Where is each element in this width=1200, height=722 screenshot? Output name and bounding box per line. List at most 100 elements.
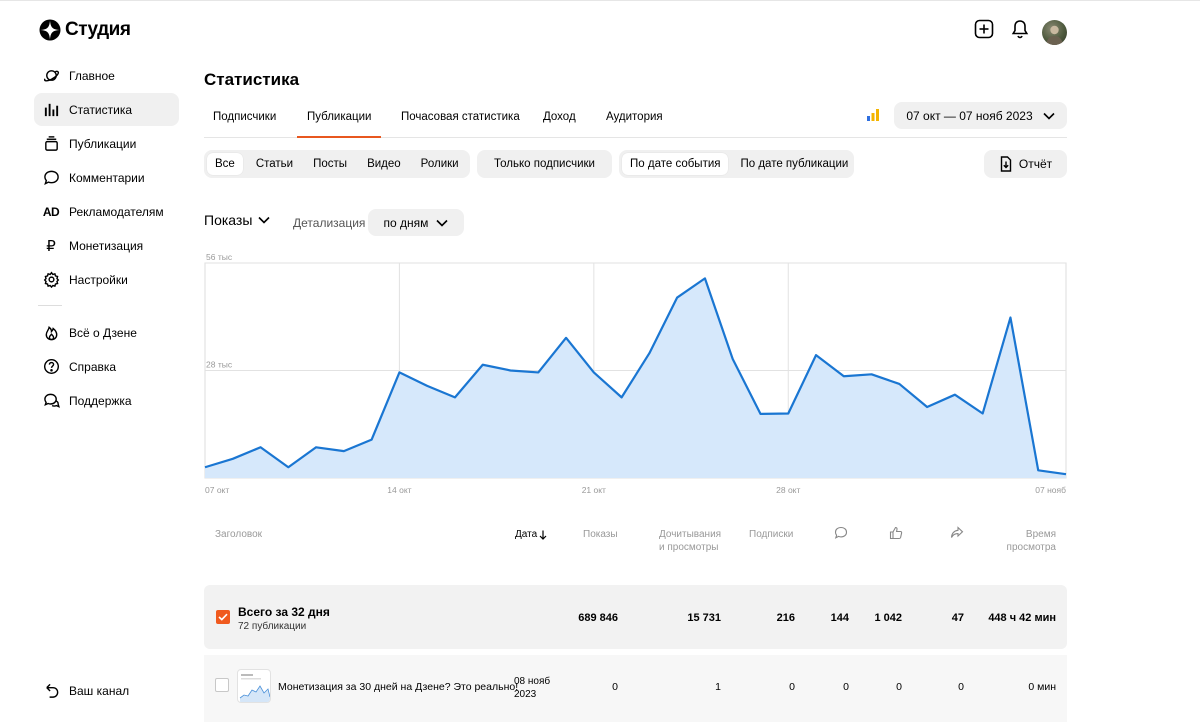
notifications-button[interactable] xyxy=(1009,18,1031,40)
publication-date-line2: 2023 xyxy=(514,689,537,700)
comment-icon[interactable] xyxy=(834,526,848,540)
sidebar-item-publications[interactable]: Публикации xyxy=(34,127,179,160)
metric-select[interactable]: Показы xyxy=(204,212,270,228)
filter-articles[interactable]: Статьи xyxy=(248,153,301,175)
report-button[interactable]: Отчёт xyxy=(984,150,1067,178)
sidebar-item-label: Поддержка xyxy=(69,393,132,408)
sidebar-item-monetization[interactable]: ₽ Монетизация xyxy=(34,229,179,262)
totals-checkbox[interactable] xyxy=(216,610,230,624)
filter-by-publish-date[interactable]: По дате публикации xyxy=(732,153,856,175)
like-icon[interactable] xyxy=(889,526,903,540)
ruble-icon: ₽ xyxy=(46,237,56,255)
col-header-reads-line1: Дочитывания xyxy=(659,529,722,540)
sidebar-item-help[interactable]: Справка xyxy=(34,350,179,383)
sidebar-item-advertisers[interactable]: AD Рекламодателям xyxy=(34,195,179,228)
tab-publications[interactable]: Публикации xyxy=(296,98,383,138)
sidebar-item-comments[interactable]: Комментарии xyxy=(34,161,179,194)
tab-income[interactable]: Доход xyxy=(543,98,576,136)
date-range-select[interactable]: 07 окт — 07 нояб 2023 xyxy=(894,102,1067,129)
brand-name: Студия xyxy=(65,19,131,40)
row-comments: 0 xyxy=(843,681,849,693)
share-icon[interactable] xyxy=(950,526,964,540)
row-reads: 1 xyxy=(715,681,721,693)
content-type-filter: Все Статьи Посты Видео Ролики xyxy=(204,150,470,178)
row-subscriptions: 0 xyxy=(789,681,795,693)
sidebar-item-label: Справка xyxy=(69,359,117,374)
row-impressions: 0 xyxy=(612,681,618,693)
ad-icon: AD xyxy=(42,204,60,219)
chart-y-tick-label: 56 тыс xyxy=(206,252,233,262)
col-header-time-line2: просмотра xyxy=(1006,542,1056,553)
bar-chart-icon xyxy=(42,101,60,119)
sidebar-item-statistics[interactable]: Статистика xyxy=(34,93,179,126)
col-header-view-time[interactable]: Время просмотра xyxy=(1000,528,1056,554)
detail-label: Детализация xyxy=(293,216,366,230)
col-header-subscriptions[interactable]: Подписки xyxy=(749,528,793,541)
sidebar-item-label: Настройки xyxy=(69,272,128,287)
totals-reads: 15 731 xyxy=(687,612,721,624)
sidebar-item-about-zen[interactable]: Всё о Дзене xyxy=(34,316,179,349)
date-range-label: 07 окт — 07 нояб 2023 xyxy=(906,108,1033,123)
sidebar-item-support[interactable]: Поддержка xyxy=(34,384,179,417)
download-report-icon xyxy=(1000,156,1012,172)
filter-video[interactable]: Видео xyxy=(359,153,409,175)
filter-by-event-date[interactable]: По дате события xyxy=(622,153,729,175)
avatar[interactable] xyxy=(1042,20,1067,45)
sidebar-item-label: Рекламодателям xyxy=(69,204,164,219)
sidebar-item-home[interactable]: Главное xyxy=(34,59,179,92)
col-header-title[interactable]: Заголовок xyxy=(215,528,262,541)
detail-select[interactable]: по дням xyxy=(368,209,464,236)
chart-x-tick-label: 07 окт xyxy=(205,485,229,495)
sidebar-item-label: Публикации xyxy=(69,136,137,151)
filter-all[interactable]: Все xyxy=(207,153,243,175)
chart-thumbnail-icon xyxy=(239,674,270,702)
totals-shares: 47 xyxy=(951,612,964,624)
back-arrow-icon xyxy=(42,682,60,700)
sidebar-item-settings[interactable]: Настройки xyxy=(34,263,179,296)
create-button[interactable] xyxy=(973,18,995,40)
sidebar: Студия Главное Статистика Публикации Ком… xyxy=(0,0,190,722)
chart-x-tick-label: 28 окт xyxy=(776,485,800,495)
date-mode-filter: По дате события По дате публикации xyxy=(619,150,854,178)
detail-value: по дням xyxy=(383,215,429,230)
question-icon xyxy=(42,358,60,376)
subscribers-only-label: Только подписчики xyxy=(494,158,595,170)
sidebar-item-label: Статистика xyxy=(69,102,133,117)
publication-title-link[interactable]: Монетизация за 30 дней на Дзене? Это реа… xyxy=(278,681,518,693)
user-photo-icon xyxy=(1046,25,1063,45)
table-row[interactable]: Монетизация за 30 дней на Дзене? Это реа… xyxy=(204,655,1067,722)
publication-date-line1: 08 нояб xyxy=(514,676,551,687)
sidebar-item-label: Главное xyxy=(69,68,115,83)
publication-date: 08 нояб 2023 xyxy=(514,675,550,701)
tab-hourly-stats[interactable]: Почасовая статистика xyxy=(401,98,520,136)
col-header-date[interactable]: Дата xyxy=(515,528,547,541)
row-likes: 0 xyxy=(896,681,902,693)
tab-audience[interactable]: Аудитория xyxy=(606,98,663,136)
brand-logo[interactable]: Студия xyxy=(39,19,131,41)
filter-shorts[interactable]: Ролики xyxy=(413,153,467,175)
sidebar-item-label: Монетизация xyxy=(69,238,144,253)
sidebar-divider xyxy=(38,305,62,306)
sidebar-your-channel[interactable]: Ваш канал xyxy=(34,674,179,707)
col-header-date-label: Дата xyxy=(515,529,538,540)
checkmark-icon xyxy=(218,613,228,621)
chevron-down-icon xyxy=(258,216,270,224)
subscribers-only-filter[interactable]: Только подписчики xyxy=(477,150,612,178)
chart-x-tick-label: 21 окт xyxy=(582,485,606,495)
chart-area-fill xyxy=(205,278,1066,478)
col-header-reads[interactable]: Дочитывания и просмотры xyxy=(659,528,721,554)
totals-view-time: 448 ч 42 мин xyxy=(988,612,1056,624)
bell-icon xyxy=(1011,20,1029,39)
row-shares: 0 xyxy=(958,681,964,693)
fire-icon xyxy=(42,324,60,342)
chevron-down-icon xyxy=(1043,112,1055,120)
comment-icon xyxy=(42,169,60,187)
publication-thumbnail[interactable] xyxy=(237,669,271,703)
tab-subscribers[interactable]: Подписчики xyxy=(213,98,276,136)
col-header-impressions[interactable]: Показы xyxy=(583,528,618,541)
filter-posts[interactable]: Посты xyxy=(305,153,355,175)
stack-icon xyxy=(42,135,60,153)
row-checkbox[interactable] xyxy=(215,678,229,692)
metric-label: Показы xyxy=(204,212,253,228)
premium-stats-icon[interactable] xyxy=(866,108,880,122)
